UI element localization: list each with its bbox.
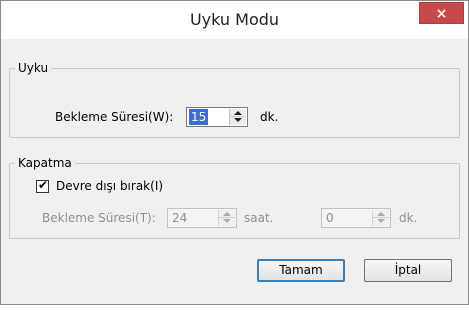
dialog-title: Uyku Modu — [189, 10, 280, 29]
shutdown-hours-spin-arrows — [218, 210, 235, 226]
shutdown-minutes-input[interactable]: 0 — [324, 210, 336, 226]
sleep-wait-decrement-button[interactable] — [230, 117, 246, 125]
shutdown-hours-input[interactable]: 24 — [170, 210, 189, 226]
shutdown-group-legend: Kapatma — [15, 155, 75, 171]
sleep-wait-unit: dk. — [260, 110, 279, 124]
shutdown-minutes-decrement-button[interactable] — [373, 218, 389, 226]
sleep-group: Uyku Bekleme Süresi(W): 15 dk. — [9, 60, 460, 138]
title-bar[interactable]: Uyku Modu × — [1, 1, 468, 39]
arrow-up-icon — [377, 212, 385, 216]
sleep-wait-spin-arrows — [229, 109, 246, 125]
shutdown-minutes-increment-button[interactable] — [373, 210, 389, 218]
ok-button[interactable]: Tamam — [257, 259, 345, 282]
sleep-wait-spinner[interactable]: 15 — [186, 107, 248, 127]
shutdown-minutes-spin-arrows — [372, 210, 389, 226]
sleep-wait-label: Bekleme Süresi(W): — [55, 110, 174, 124]
disable-shutdown-checkbox[interactable]: ✔ — [36, 178, 49, 193]
shutdown-group: Kapatma ✔ Devre dışı bırak(I) Bekleme Sü… — [9, 155, 460, 239]
shutdown-hours-increment-button[interactable] — [219, 210, 235, 218]
shutdown-minutes-spinner[interactable]: 0 — [321, 208, 391, 228]
cancel-button[interactable]: İptal — [364, 259, 452, 282]
arrow-down-icon — [377, 219, 385, 223]
shutdown-minutes-unit: dk. — [399, 211, 418, 225]
shutdown-wait-label: Bekleme Süresi(T): — [42, 211, 156, 225]
arrow-up-icon — [234, 111, 242, 115]
sleep-group-legend: Uyku — [15, 60, 52, 76]
disable-shutdown-label[interactable]: Devre dışı bırak(I) — [56, 176, 163, 196]
close-button[interactable]: × — [419, 2, 464, 24]
sleep-mode-dialog: Uyku Modu × Uyku Bekleme Süresi(W): 15 d… — [0, 0, 469, 305]
arrow-up-icon — [223, 212, 231, 216]
close-icon: × — [435, 6, 448, 22]
arrow-down-icon — [234, 118, 242, 122]
checkmark-icon: ✔ — [38, 178, 49, 192]
sleep-wait-increment-button[interactable] — [230, 109, 246, 117]
shutdown-hours-unit: saat. — [244, 211, 274, 225]
shutdown-hours-decrement-button[interactable] — [219, 218, 235, 226]
sleep-wait-input[interactable]: 15 — [189, 109, 209, 125]
arrow-down-icon — [223, 219, 231, 223]
shutdown-hours-spinner[interactable]: 24 — [167, 208, 237, 228]
dialog-body: Uyku Bekleme Süresi(W): 15 dk. Kapatma ✔… — [9, 39, 460, 295]
